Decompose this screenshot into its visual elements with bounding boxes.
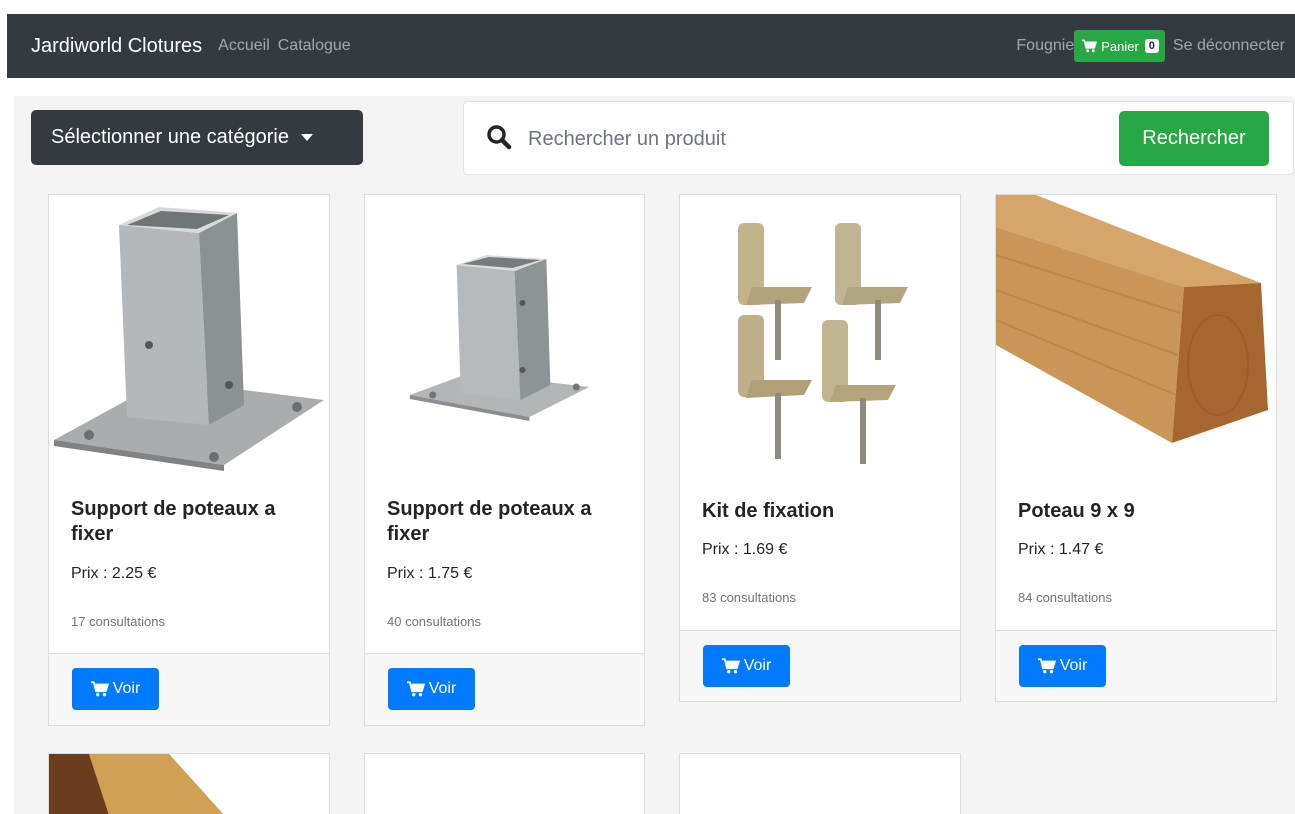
product-views: 84 consultations	[1018, 590, 1112, 605]
voir-label: Voir	[112, 680, 141, 697]
voir-button[interactable]: Voir	[72, 668, 159, 710]
navbar-right: Fougnie Panier 0 Se déconnecter	[1016, 30, 1285, 62]
product-price: Prix : 2.25 €	[71, 565, 157, 582]
cart-button[interactable]: Panier 0	[1074, 30, 1165, 62]
product-card: Kit de fixation Prix : 1.69 € 83 consult…	[679, 194, 961, 702]
card-footer: Voir	[49, 653, 329, 725]
cart-label: Panier	[1101, 38, 1139, 54]
product-image	[49, 195, 329, 473]
product-title[interactable]: Support de poteaux a fixer	[71, 497, 313, 547]
product-views: 83 consultations	[702, 590, 796, 605]
card-footer: Voir	[996, 630, 1276, 701]
search-bar: Rechercher	[463, 101, 1294, 175]
product-image	[365, 195, 644, 473]
product-price: Prix : 1.47 €	[1018, 541, 1104, 558]
cart-icon	[1082, 39, 1098, 53]
caret-down-icon	[300, 134, 313, 141]
product-image	[49, 754, 329, 814]
navbar: Jardiworld Clotures Accueil Catalogue Fo…	[7, 14, 1295, 78]
product-card: Support de poteaux a fixer Prix : 1.75 €…	[364, 194, 645, 726]
search-icon	[487, 125, 512, 150]
voir-label: Voir	[428, 680, 457, 697]
product-price: Prix : 1.75 €	[387, 565, 473, 582]
voir-button[interactable]: Voir	[1019, 645, 1106, 687]
cart-count-badge: 0	[1144, 39, 1159, 53]
category-dropdown-label: Sélectionner une catégorie	[51, 126, 289, 148]
category-dropdown-button[interactable]: Sélectionner une catégorie	[31, 110, 363, 165]
nav-link-accueil[interactable]: Accueil	[218, 37, 270, 55]
nav-link-catalogue[interactable]: Catalogue	[278, 37, 351, 55]
brand-link[interactable]: Jardiworld Clotures	[31, 35, 202, 58]
product-card	[364, 753, 645, 814]
product-image	[996, 195, 1276, 473]
search-button[interactable]: Rechercher	[1119, 111, 1269, 166]
product-title[interactable]: Kit de fixation	[702, 499, 944, 524]
product-views: 40 consultations	[387, 614, 481, 629]
product-card: Poteau 9 x 9 Prix : 1.47 € 84 consultati…	[995, 194, 1277, 702]
voir-label: Voir	[1059, 657, 1088, 674]
search-input[interactable]	[528, 122, 1128, 156]
user-name-link[interactable]: Fougnie	[1016, 37, 1074, 55]
cart-icon	[90, 681, 109, 697]
product-views: 17 consultations	[71, 614, 165, 629]
card-footer: Voir	[365, 653, 644, 725]
voir-label: Voir	[743, 657, 772, 674]
product-title[interactable]: Poteau 9 x 9	[1018, 499, 1260, 524]
product-title[interactable]: Support de poteaux a fixer	[387, 497, 628, 547]
cart-icon	[721, 658, 740, 674]
card-footer: Voir	[680, 630, 960, 701]
cart-icon	[1037, 658, 1056, 674]
product-price: Prix : 1.69 €	[702, 541, 788, 558]
logout-link[interactable]: Se déconnecter	[1173, 37, 1285, 55]
product-card	[48, 753, 330, 814]
product-card: Support de poteaux a fixer Prix : 2.25 €…	[48, 194, 330, 726]
product-card	[679, 753, 961, 814]
voir-button[interactable]: Voir	[703, 645, 790, 687]
product-image	[680, 195, 960, 473]
cart-icon	[406, 681, 425, 697]
voir-button[interactable]: Voir	[388, 668, 475, 710]
